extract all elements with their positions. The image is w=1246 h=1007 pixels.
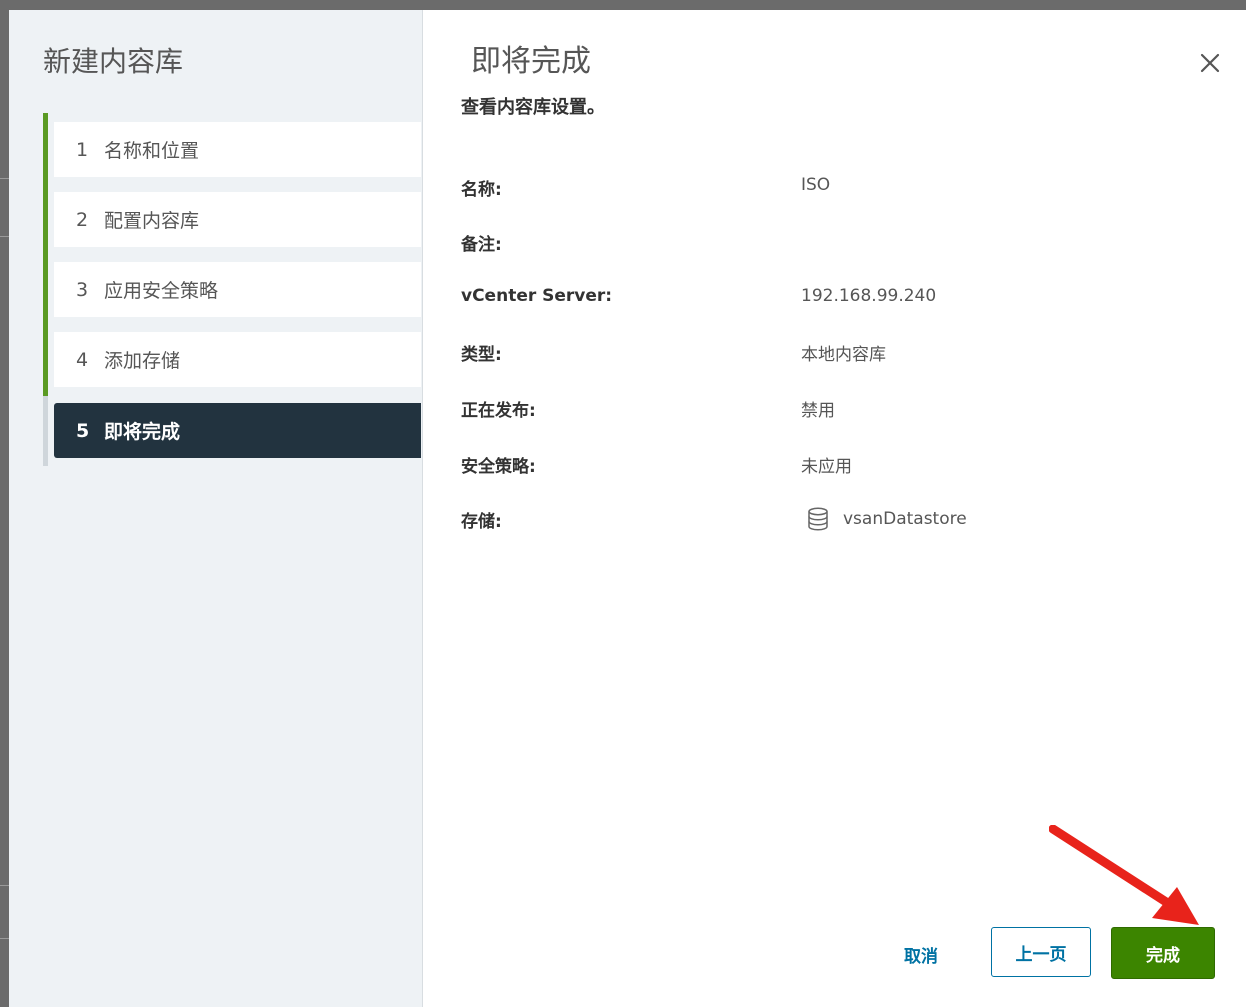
step-progress-fill <box>43 113 48 396</box>
page-subtitle: 查看内容库设置。 <box>461 97 605 118</box>
summary-value-type: 本地内容库 <box>801 345 886 365</box>
summary-label-vcenter: vCenter Server: <box>461 286 613 306</box>
summary-label-storage: 存储: <box>461 512 502 532</box>
page-title: 即将完成 <box>471 44 591 79</box>
close-icon <box>1200 53 1220 73</box>
backdrop-divider <box>0 885 9 886</box>
back-button[interactable]: 上一页 <box>991 927 1091 977</box>
summary-value-vcenter: 192.168.99.240 <box>801 286 937 306</box>
annotation-arrow-icon <box>1049 825 1199 925</box>
summary-value-publishing: 禁用 <box>801 401 835 421</box>
summary-label-publishing: 正在发布: <box>461 401 536 421</box>
summary-label-name: 名称: <box>461 180 502 200</box>
backdrop-divider <box>0 938 9 939</box>
summary-label-notes: 备注: <box>461 235 502 255</box>
wizard-step-security-policy[interactable]: 3 应用安全策略 <box>54 262 421 317</box>
summary-label-security-policy: 安全策略: <box>461 457 536 477</box>
wizard-step-name-location[interactable]: 1 名称和位置 <box>54 122 421 177</box>
step-label: 名称和位置 <box>104 140 200 162</box>
backdrop-divider <box>0 236 9 237</box>
finish-button[interactable]: 完成 <box>1111 927 1215 979</box>
wizard-step-panel: 新建内容库 1 名称和位置 2 配置内容库 3 应用安全策略 4 添加存储 5 … <box>9 10 423 1007</box>
cancel-button[interactable]: 取消 <box>879 928 963 980</box>
storage-name: vsanDatastore <box>843 509 967 529</box>
wizard-step-ready-to-complete[interactable]: 5 即将完成 <box>54 403 421 458</box>
wizard-step-configure-library[interactable]: 2 配置内容库 <box>54 192 421 247</box>
close-button[interactable] <box>1197 50 1223 76</box>
step-label: 应用安全策略 <box>104 280 219 302</box>
step-number: 4 <box>76 348 89 371</box>
step-progress-track <box>43 113 48 466</box>
wizard-step-add-storage[interactable]: 4 添加存储 <box>54 332 421 387</box>
step-number: 5 <box>76 419 90 442</box>
wizard-title: 新建内容库 <box>43 45 184 78</box>
step-number: 2 <box>76 208 89 231</box>
step-label: 配置内容库 <box>104 210 200 232</box>
step-number: 3 <box>76 278 89 301</box>
datastore-icon <box>808 507 828 531</box>
summary-label-type: 类型: <box>461 345 502 365</box>
summary-value-name: ISO <box>801 175 831 195</box>
step-number: 1 <box>76 138 89 161</box>
step-label: 即将完成 <box>104 421 181 443</box>
summary-value-security-policy: 未应用 <box>801 457 852 477</box>
new-content-library-dialog: 新建内容库 1 名称和位置 2 配置内容库 3 应用安全策略 4 添加存储 5 … <box>9 10 1246 1007</box>
step-label: 添加存储 <box>104 350 181 372</box>
summary-value-storage: vsanDatastore <box>801 507 967 531</box>
backdrop-divider <box>0 178 9 179</box>
